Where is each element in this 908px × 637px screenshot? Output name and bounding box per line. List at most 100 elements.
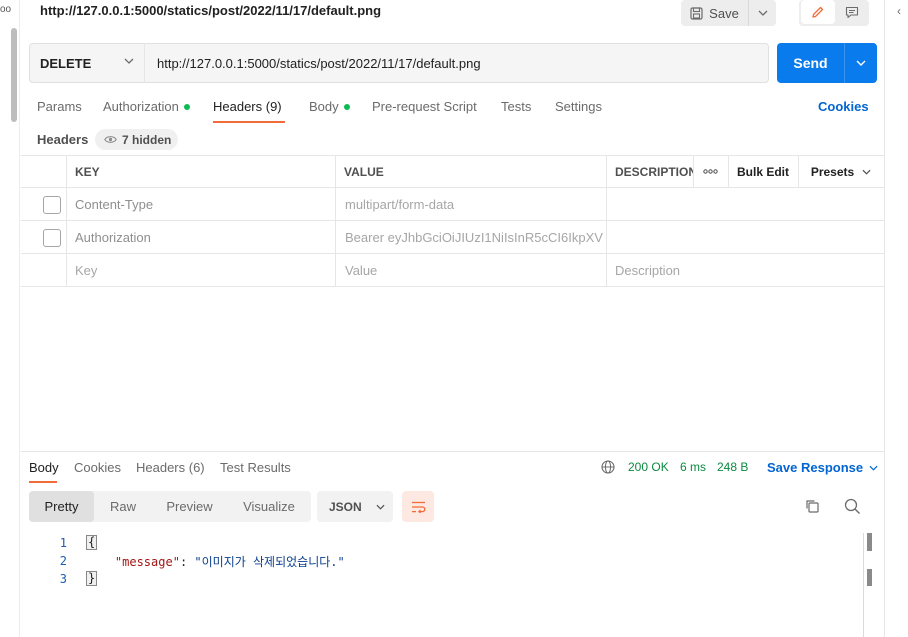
column-header-key: KEY <box>75 164 100 179</box>
active-tab-indicator <box>213 121 285 123</box>
save-button[interactable]: Save <box>681 0 749 26</box>
tab-params[interactable]: Params <box>37 99 82 114</box>
save-label: Save <box>709 5 739 21</box>
tab-label: Params <box>37 99 82 114</box>
new-key-input[interactable]: Key <box>75 254 97 286</box>
table-row: Authorization Bearer eyJhbGciOiJIUzI1NiI… <box>21 221 884 254</box>
bulk-edit-button[interactable]: Bulk Edit <box>728 156 798 187</box>
code-scrollbar[interactable] <box>863 533 872 637</box>
hidden-count: 7 hidden <box>122 132 172 147</box>
table-row: Content-Type multipart/form-data <box>21 188 884 221</box>
comments-button[interactable] <box>837 0 867 24</box>
header-value-cell[interactable]: Bearer eyJhbGciOiJIUzI1NiIsInR5cCI6IkpXV… <box>345 221 603 253</box>
code-line-close-brace: } <box>86 571 98 586</box>
code-line-open-brace: { <box>86 535 98 550</box>
left-scrollbar[interactable] <box>11 28 17 122</box>
comment-icon <box>845 6 859 18</box>
header-value-cell[interactable]: multipart/form-data <box>345 188 454 220</box>
save-dropdown-button[interactable] <box>749 0 776 26</box>
left-dots-text: oo <box>0 4 12 15</box>
response-tab-cookies[interactable]: Cookies <box>74 460 121 475</box>
more-horizontal-icon <box>703 169 718 174</box>
headers-section-label: Headers <box>37 132 89 147</box>
status-dot <box>343 103 350 110</box>
table-header-row: KEY VALUE DESCRIPTION Bulk Edit Presets <box>21 155 884 188</box>
header-key-cell[interactable]: Content-Type <box>75 188 153 220</box>
response-tab-body[interactable]: Body <box>29 460 59 475</box>
wrap-lines-button[interactable] <box>402 491 434 522</box>
tab-tests[interactable]: Tests <box>501 99 531 114</box>
save-response-dropdown[interactable]: Save Response <box>767 460 878 475</box>
tab-authorization[interactable]: Authorization <box>103 99 190 114</box>
tab-settings[interactable]: Settings <box>555 99 602 114</box>
row-enable-checkbox[interactable] <box>43 229 61 247</box>
language-label: JSON <box>329 499 362 514</box>
wrap-lines-icon <box>411 501 425 513</box>
column-header-value: VALUE <box>344 164 384 179</box>
save-icon <box>690 6 703 20</box>
response-size[interactable]: 248 B <box>717 460 748 474</box>
chevron-down-icon <box>869 465 878 471</box>
more-options-button[interactable] <box>693 156 728 187</box>
save-response-label: Save Response <box>767 460 864 475</box>
chevron-down-icon <box>862 169 871 175</box>
format-pretty[interactable]: Pretty <box>29 491 94 522</box>
pencil-icon <box>812 6 824 18</box>
send-button-group: Send <box>777 43 877 83</box>
row-enable-checkbox[interactable] <box>43 196 61 214</box>
url-input[interactable]: http://127.0.0.1:5000/statics/post/2022/… <box>144 43 769 83</box>
send-button[interactable]: Send <box>777 43 845 83</box>
header-key-cell[interactable]: Authorization <box>75 221 151 253</box>
copy-icon[interactable] <box>804 498 820 514</box>
status-code[interactable]: 200 OK <box>628 460 669 474</box>
language-select[interactable]: JSON <box>317 491 393 522</box>
tab-label: Authorization <box>103 99 179 114</box>
method-select[interactable]: DELETE <box>29 43 145 83</box>
right-panel-chevron-icon[interactable]: ‹ <box>897 4 901 18</box>
search-icon[interactable] <box>844 498 861 515</box>
eye-icon <box>104 136 117 143</box>
request-title[interactable]: http://127.0.0.1:5000/statics/post/2022/… <box>40 3 381 18</box>
save-button-group: Save <box>681 0 776 26</box>
chevron-down-icon <box>758 10 767 16</box>
code-line-message: "message": "이미지가 삭제되었습니다." <box>114 555 345 569</box>
format-visualize[interactable]: Visualize <box>227 491 311 522</box>
json-value: "이미지가 삭제되었습니다." <box>194 555 345 569</box>
active-response-tab-indicator <box>29 481 57 483</box>
presets-dropdown[interactable]: Presets <box>798 156 884 187</box>
response-tab-test-results[interactable]: Test Results <box>220 460 291 475</box>
edit-view-toggle <box>799 0 869 26</box>
status-dot <box>183 103 190 110</box>
column-header-description: DESCRIPTION <box>615 164 693 179</box>
table-row-new: Key Value Description <box>21 254 884 287</box>
left-sidebar-strip <box>0 0 20 637</box>
response-format-switch: Pretty Raw Preview Visualize <box>29 491 311 522</box>
response-time[interactable]: 6 ms <box>680 460 706 474</box>
chevron-down-icon <box>856 60 866 66</box>
send-dropdown-button[interactable] <box>845 43 877 83</box>
format-preview[interactable]: Preview <box>152 491 227 522</box>
response-tab-headers[interactable]: Headers (6) <box>136 460 205 475</box>
line-number: 2 <box>59 554 67 568</box>
tab-label: Body <box>309 99 339 114</box>
hidden-headers-toggle[interactable]: 7 hidden <box>95 129 178 150</box>
new-value-input[interactable]: Value <box>345 254 377 286</box>
tab-pre-request-script[interactable]: Pre-request Script <box>372 99 477 114</box>
format-raw[interactable]: Raw <box>94 491 152 522</box>
new-description-input[interactable]: Description <box>615 254 680 286</box>
cookies-link[interactable]: Cookies <box>818 99 869 114</box>
json-key: "message" <box>114 555 180 569</box>
globe-icon[interactable] <box>601 460 615 474</box>
tab-body[interactable]: Body <box>309 99 350 114</box>
right-sidebar-strip <box>884 0 908 637</box>
edit-button[interactable] <box>801 0 835 24</box>
method-label: DELETE <box>40 55 92 71</box>
response-divider[interactable] <box>21 451 884 452</box>
tab-label: Tests <box>501 99 532 114</box>
tab-headers[interactable]: Headers (9) <box>213 99 282 114</box>
chevron-down-icon <box>376 504 385 510</box>
tab-label: Settings <box>555 99 602 114</box>
line-number: 3 <box>59 572 67 586</box>
tab-label: Pre-request Script <box>372 99 477 114</box>
chevron-down-icon <box>124 58 134 64</box>
